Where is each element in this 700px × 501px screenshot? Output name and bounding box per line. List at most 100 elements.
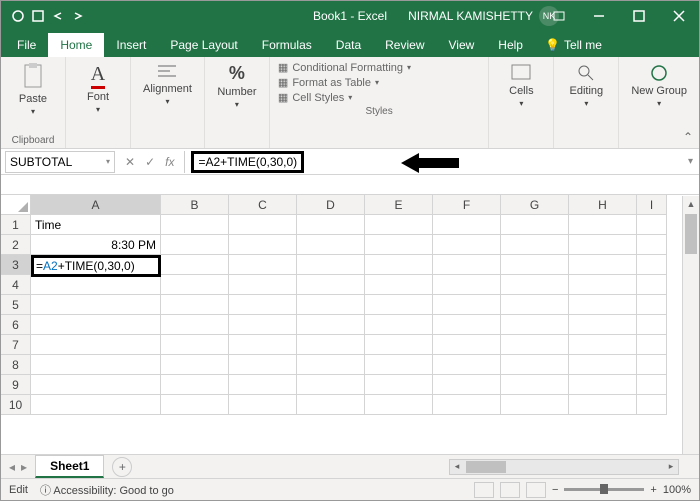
page-layout-view-button[interactable] (500, 482, 520, 498)
col-header-A[interactable]: A (31, 195, 161, 215)
user-account[interactable]: NIRMAL KAMISHETTY NK (408, 6, 559, 26)
zoom-level[interactable]: 100% (663, 484, 691, 496)
format-as-table-button[interactable]: ▦Format as Table ▾ (278, 76, 480, 89)
cell-D5[interactable] (297, 295, 365, 315)
cell-F6[interactable] (433, 315, 501, 335)
cell-B10[interactable] (161, 395, 229, 415)
hscroll-thumb[interactable] (466, 461, 506, 473)
cell-F5[interactable] (433, 295, 501, 315)
name-box[interactable]: SUBTOTAL ▾ (5, 151, 115, 173)
cell-C3[interactable] (229, 255, 297, 275)
cell-E5[interactable] (365, 295, 433, 315)
cell-B4[interactable] (161, 275, 229, 295)
row-header-5[interactable]: 5 (1, 295, 31, 315)
cell-E9[interactable] (365, 375, 433, 395)
cell-D3[interactable] (297, 255, 365, 275)
close-button[interactable] (659, 1, 699, 31)
font-button[interactable]: A Font ▾ (74, 61, 122, 116)
cell-F2[interactable] (433, 235, 501, 255)
cell-D1[interactable] (297, 215, 365, 235)
cell-G4[interactable] (501, 275, 569, 295)
sheet-nav[interactable]: ◂ ▸ (1, 460, 35, 474)
cell-D8[interactable] (297, 355, 365, 375)
col-header-C[interactable]: C (229, 195, 297, 215)
ribbon-options-button[interactable] (539, 1, 579, 31)
cell-G7[interactable] (501, 335, 569, 355)
cell-B3[interactable] (161, 255, 229, 275)
page-break-view-button[interactable] (526, 482, 546, 498)
prev-sheet-icon[interactable]: ◂ (9, 460, 15, 474)
cell-I8[interactable] (637, 355, 667, 375)
cell-G3[interactable] (501, 255, 569, 275)
tab-data[interactable]: Data (324, 33, 373, 57)
cell-C2[interactable] (229, 235, 297, 255)
fx-icon[interactable]: fx (165, 155, 174, 169)
cell-H5[interactable] (569, 295, 637, 315)
row-header-7[interactable]: 7 (1, 335, 31, 355)
cell-E1[interactable] (365, 215, 433, 235)
horizontal-scrollbar[interactable]: ◂ ▸ (449, 459, 679, 475)
cell-B8[interactable] (161, 355, 229, 375)
cell-H10[interactable] (569, 395, 637, 415)
cell-I7[interactable] (637, 335, 667, 355)
cell-H3[interactable] (569, 255, 637, 275)
cell-C9[interactable] (229, 375, 297, 395)
cell-H6[interactable] (569, 315, 637, 335)
cell-H1[interactable] (569, 215, 637, 235)
collapse-ribbon-icon[interactable]: ⌃ (683, 130, 693, 144)
tab-review[interactable]: Review (373, 33, 436, 57)
cell-I1[interactable] (637, 215, 667, 235)
cell-A7[interactable] (31, 335, 161, 355)
cell-E7[interactable] (365, 335, 433, 355)
cell-B5[interactable] (161, 295, 229, 315)
tab-help[interactable]: Help (486, 33, 535, 57)
tab-file[interactable]: File (5, 33, 48, 57)
redo-icon[interactable] (69, 7, 87, 25)
editing-button[interactable]: Editing ▾ (562, 61, 610, 110)
cells-button[interactable]: Cells ▾ (497, 61, 545, 110)
cell-I2[interactable] (637, 235, 667, 255)
cell-B9[interactable] (161, 375, 229, 395)
scroll-up-icon[interactable]: ▲ (683, 196, 699, 212)
undo-icon[interactable] (49, 7, 67, 25)
col-header-E[interactable]: E (365, 195, 433, 215)
cell-H9[interactable] (569, 375, 637, 395)
cell-B2[interactable] (161, 235, 229, 255)
cell-C8[interactable] (229, 355, 297, 375)
save-icon[interactable] (29, 7, 47, 25)
new-group-button[interactable]: New Group ▾ (627, 61, 691, 110)
col-header-H[interactable]: H (569, 195, 637, 215)
cell-E6[interactable] (365, 315, 433, 335)
cell-H4[interactable] (569, 275, 637, 295)
select-all-button[interactable] (1, 195, 31, 215)
cell-styles-button[interactable]: ▦Cell Styles ▾ (278, 91, 480, 104)
cell-A6[interactable] (31, 315, 161, 335)
tell-me[interactable]: 💡 Tell me (535, 33, 612, 57)
vertical-scrollbar[interactable]: ▲ (682, 196, 699, 454)
cell-G2[interactable] (501, 235, 569, 255)
alignment-button[interactable]: Alignment ▾ (139, 61, 196, 108)
cell-G8[interactable] (501, 355, 569, 375)
col-header-D[interactable]: D (297, 195, 365, 215)
cell-C4[interactable] (229, 275, 297, 295)
cell-H2[interactable] (569, 235, 637, 255)
cell-F8[interactable] (433, 355, 501, 375)
conditional-formatting-button[interactable]: ▦Conditional Formatting ▾ (278, 61, 480, 74)
cell-E8[interactable] (365, 355, 433, 375)
cell-A5[interactable] (31, 295, 161, 315)
row-header-6[interactable]: 6 (1, 315, 31, 335)
cell-E3[interactable] (365, 255, 433, 275)
expand-formula-bar-icon[interactable]: ▾ (688, 156, 693, 167)
cell-G1[interactable] (501, 215, 569, 235)
cell-C10[interactable] (229, 395, 297, 415)
tab-home[interactable]: Home (48, 33, 104, 57)
cell-D7[interactable] (297, 335, 365, 355)
col-header-F[interactable]: F (433, 195, 501, 215)
cell-A8[interactable] (31, 355, 161, 375)
cell-I5[interactable] (637, 295, 667, 315)
next-sheet-icon[interactable]: ▸ (21, 460, 27, 474)
col-header-I[interactable]: I (637, 195, 667, 215)
cell-C5[interactable] (229, 295, 297, 315)
cancel-icon[interactable]: ✕ (125, 155, 135, 169)
cell-E4[interactable] (365, 275, 433, 295)
